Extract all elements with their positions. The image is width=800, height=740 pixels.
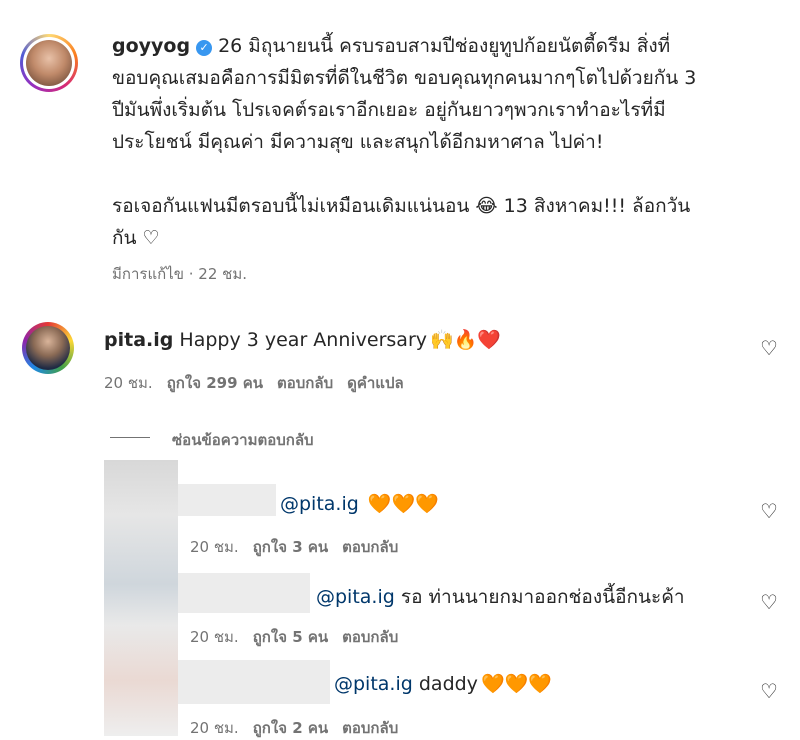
comment-time: 20 ชม. — [104, 374, 153, 392]
main-comment: pita.ig Happy 3 year Anniversary 🙌🔥❤️ — [104, 328, 501, 351]
comment-emojis: 🙌🔥❤️ — [430, 329, 501, 351]
heart-outline-icon[interactable]: ♡ — [760, 590, 778, 614]
verified-badge-icon: ✓ — [196, 40, 213, 56]
commenter-avatar[interactable] — [22, 322, 74, 374]
blurred-avatars — [104, 460, 178, 736]
translate-button[interactable]: ดูคำแปล — [347, 374, 404, 392]
commenter-avatar-photo — [26, 326, 70, 370]
reply-meta: 20 ชม. ถูกใจ 2 คน ตอบกลับ — [190, 716, 398, 740]
avatar-inner-ring — [23, 37, 75, 89]
reply-meta: 20 ชม. ถูกใจ 5 คน ตอบกลับ — [190, 625, 398, 649]
reply-time: 20 ชม. — [190, 719, 239, 737]
blurred-username — [178, 484, 276, 516]
mention-link[interactable]: @pita.ig — [316, 586, 395, 608]
reply-comment: @pita.ig 🧡🧡🧡 — [280, 492, 439, 515]
reply-text: daddy — [418, 673, 478, 695]
post-author-avatar[interactable] — [20, 34, 78, 92]
caption-line: รอเจอกันแฟนมีตรอบนี้ไม่เหมือนเดิมแน่นอน … — [112, 195, 691, 217]
caption-line: ประโยชน์ มีคุณค่า มีความสุข และสนุกได้อี… — [112, 131, 604, 153]
caption-line: ปีมันพึ่งเริ่มต้น โปรเจคต์รอเราอีกเยอะ อ… — [112, 99, 666, 121]
blurred-username — [178, 660, 330, 704]
heart-outline-icon[interactable]: ♡ — [760, 679, 778, 703]
post-caption: goyyog ✓ 26 มิถุนายนนี้ ครบรอบสามปีช่องยูท… — [112, 30, 762, 254]
reply-text: รอ ท่านนายกมาออกช่องนี้อีกนะค้า — [400, 586, 685, 608]
reply-comment: @pita.ig daddy 🧡🧡🧡 — [334, 672, 552, 695]
reply-likes[interactable]: ถูกใจ 3 คน — [253, 538, 328, 556]
caption-line: กัน ♡ — [112, 227, 160, 249]
main-comment-meta: 20 ชม. ถูกใจ 299 คน ตอบกลับ ดูคำแปล — [104, 371, 404, 395]
caption-line: 26 มิถุนายนนี้ ครบรอบสามปีช่องยูทูปก้อยน… — [218, 35, 671, 57]
hide-replies-button[interactable]: ซ่อนข้อความตอบกลับ — [172, 428, 314, 452]
reply-button[interactable]: ตอบกลับ — [277, 374, 333, 392]
replies-divider — [110, 437, 150, 438]
commenter-username[interactable]: pita.ig — [104, 329, 173, 351]
mention-link[interactable]: @pita.ig — [334, 673, 413, 695]
comment-likes[interactable]: ถูกใจ 299 คน — [167, 374, 263, 392]
reply-emojis: 🧡🧡🧡 — [367, 493, 439, 515]
reply-button[interactable]: ตอบกลับ — [342, 719, 398, 737]
reply-time: 20 ชม. — [190, 628, 239, 646]
post-author-username[interactable]: goyyog — [112, 35, 190, 57]
mention-link[interactable]: @pita.ig — [280, 493, 359, 515]
caption-line: ขอบคุณเสมอคือการมีมิตรที่ดีในชีวิต ขอบคุ… — [112, 67, 697, 89]
reply-comment: @pita.ig รอ ท่านนายกมาออกช่องนี้อีกนะค้า — [316, 582, 688, 612]
reply-meta: 20 ชม. ถูกใจ 3 คน ตอบกลับ — [190, 535, 398, 559]
reply-likes[interactable]: ถูกใจ 2 คน — [253, 719, 328, 737]
reply-button[interactable]: ตอบกลับ — [342, 538, 398, 556]
reply-button[interactable]: ตอบกลับ — [342, 628, 398, 646]
blurred-username — [178, 573, 310, 613]
reply-emojis: 🧡🧡🧡 — [480, 673, 552, 695]
reply-time: 20 ชม. — [190, 538, 239, 556]
avatar-photo — [26, 40, 72, 86]
reply-likes[interactable]: ถูกใจ 5 คน — [253, 628, 328, 646]
post-edited-timestamp: มีการแก้ไข · 22 ชม. — [112, 265, 247, 283]
comment-text: Happy 3 year Anniversary — [179, 329, 427, 351]
heart-outline-icon[interactable]: ♡ — [760, 499, 778, 523]
heart-outline-icon[interactable]: ♡ — [760, 336, 778, 360]
